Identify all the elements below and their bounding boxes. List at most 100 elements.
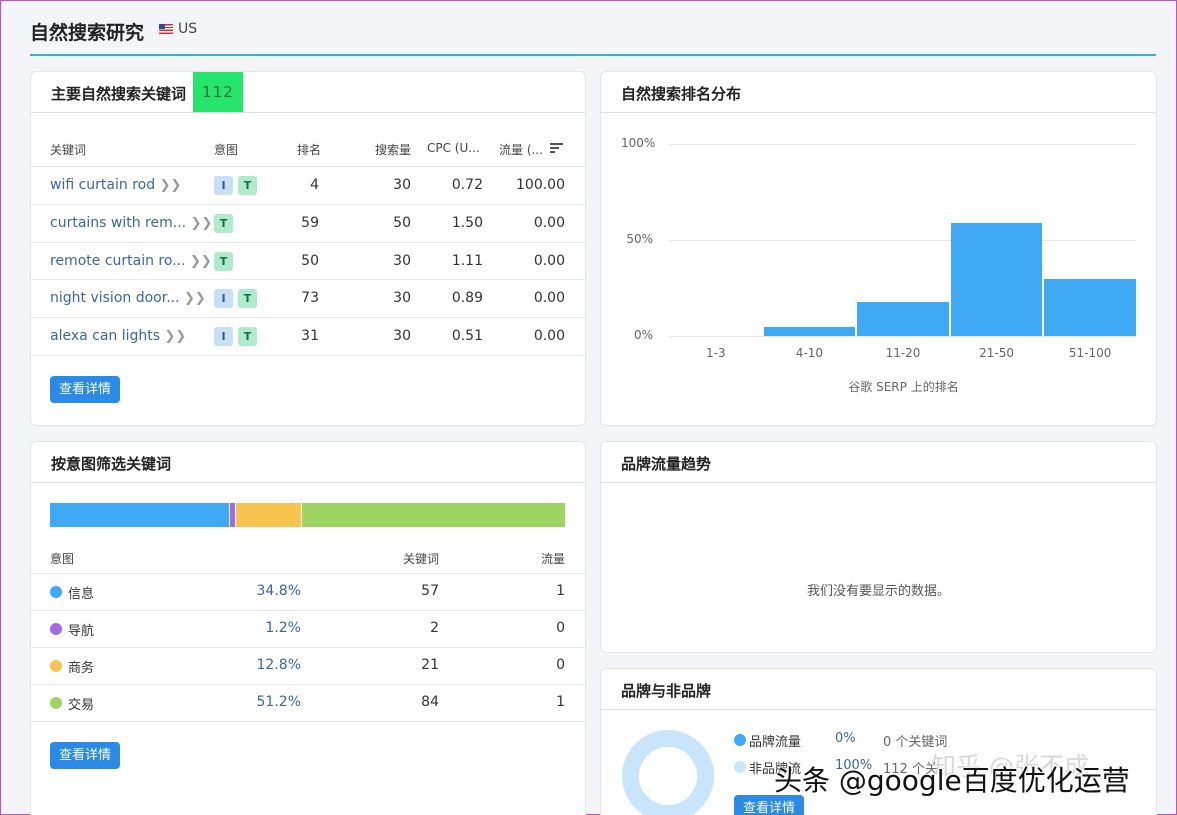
intent-badge: T	[238, 327, 257, 347]
intent-badge: T	[214, 213, 233, 233]
chevron-right-icon[interactable]: ❯❯	[191, 216, 213, 231]
x-tick-label: 11-20	[885, 346, 921, 360]
traffic-value: 100.00	[516, 177, 565, 193]
col-rank[interactable]: 排名	[297, 141, 321, 158]
col-traffic[interactable]: 流量 (...	[499, 141, 543, 158]
gridline	[669, 336, 1136, 337]
table-bottom-border	[31, 721, 585, 722]
chart-bar-4-10[interactable]	[763, 327, 856, 336]
empty-state-message: 我们没有要显示的数据。	[806, 584, 950, 599]
intent-traffic: 1	[556, 583, 565, 599]
chevron-right-icon[interactable]: ❯❯	[160, 178, 182, 193]
intent-percent[interactable]: 34.8%	[231, 583, 301, 599]
x-tick-label: 51-100	[1068, 346, 1112, 360]
intent-row[interactable]: 交易 51.2% 84 1	[31, 684, 585, 721]
intent-percent[interactable]: 51.2%	[231, 694, 301, 710]
x-tick-label: 21-50	[979, 346, 1015, 360]
cpc-value: 1.11	[451, 252, 483, 269]
intent-row[interactable]: 导航 1.2% 2 0	[31, 610, 585, 647]
intent-keywords: 2	[430, 620, 439, 636]
keyword-text[interactable]: curtains with rem...	[50, 215, 186, 231]
intent-traffic: 1	[556, 694, 565, 710]
divider	[601, 709, 1156, 710]
intent-keywords: 84	[421, 694, 439, 710]
view-details-button[interactable]: 查看详情	[50, 742, 121, 769]
volume-value: 50	[393, 214, 411, 231]
nonbrand-legend-dot	[734, 761, 746, 773]
keyword-link[interactable]: alexa can lights ❯❯	[50, 328, 186, 344]
y-tick-label: 100%	[621, 136, 656, 150]
intent-segment[interactable]	[50, 503, 230, 527]
table-row: alexa can lights ❯❯ I T 31 30 0.51 0.00	[31, 317, 585, 355]
x-tick-label: 1-3	[705, 346, 726, 360]
keyword-count-badge: 112	[193, 72, 243, 112]
intent-dot	[50, 586, 62, 598]
divider	[31, 482, 585, 483]
intent-segment[interactable]	[301, 503, 566, 527]
keyword-link[interactable]: curtains with rem... ❯❯	[50, 215, 212, 231]
card-title: 品牌流量趋势	[621, 455, 712, 473]
intent-dot	[50, 660, 62, 672]
divider	[31, 112, 585, 113]
rank-value: 4	[310, 177, 319, 193]
ranking-distribution-card: 自然搜索排名分布 100% 50% 0% 1-3 4-10 11-20 21-50 51-10…	[600, 71, 1157, 426]
keyword-link[interactable]: remote curtain ro... ❯❯	[50, 253, 212, 269]
intent-name: 商务	[68, 661, 95, 676]
cpc-value: 0.72	[451, 177, 483, 193]
intent-name: 导航	[68, 624, 95, 639]
chevron-right-icon[interactable]: ❯❯	[165, 329, 187, 344]
intent-traffic: 0	[556, 620, 565, 636]
page-title: 自然搜索研究	[30, 22, 145, 44]
keyword-text[interactable]: remote curtain ro...	[50, 253, 186, 269]
y-tick-label: 50%	[626, 232, 653, 246]
traffic-value: 0.00	[533, 328, 565, 345]
col-keywords: 关键词	[403, 552, 440, 566]
chevron-right-icon[interactable]: ❯❯	[184, 291, 206, 306]
col-cpc[interactable]: CPC (U...	[427, 141, 480, 155]
card-title: 自然搜索排名分布	[621, 85, 742, 103]
keyword-text[interactable]: alexa can lights	[50, 328, 160, 344]
intent-segment[interactable]	[235, 503, 302, 527]
table-row: remote curtain ro... ❯❯ T 50 30 1.11 0.00	[31, 241, 585, 280]
keyword-link[interactable]: night vision door... ❯❯	[50, 290, 206, 306]
intent-badge: T	[238, 176, 257, 195]
top-keywords-card: 主要自然搜索关键词 112 关键词 意图 排名 搜索量 CPC (U... 流量…	[30, 71, 586, 426]
col-volume[interactable]: 搜索量	[375, 141, 411, 158]
intent-row[interactable]: 商务 12.8% 21 0	[31, 647, 585, 684]
rank-value: 31	[301, 328, 319, 345]
chart-bar-21-50[interactable]	[950, 222, 1043, 336]
gridline	[669, 144, 1136, 145]
intent-name: 信息	[68, 587, 95, 602]
us-flag-icon	[159, 24, 173, 34]
chart-bar-51-100[interactable]	[1044, 279, 1136, 336]
intent-badge: I	[214, 289, 233, 309]
col-intent[interactable]: 意图	[214, 141, 238, 158]
page-header: 自然搜索研究 US	[30, 1, 1156, 56]
intent-keywords: 21	[421, 657, 439, 673]
table-row: curtains with rem... ❯❯ T 59 50 1.50 0.00	[31, 203, 585, 242]
table-bottom-border	[31, 355, 585, 356]
intent-percent[interactable]: 12.8%	[231, 657, 301, 673]
intent-dot	[50, 623, 62, 635]
rank-value: 50	[301, 252, 319, 269]
chart-bar-11-20[interactable]	[857, 301, 949, 336]
view-details-button[interactable]: 查看详情	[50, 376, 121, 403]
keyword-text[interactable]: wifi curtain rod	[50, 177, 155, 193]
intent-row[interactable]: 信息 34.8% 57 1	[31, 573, 585, 610]
traffic-value: 0.00	[533, 252, 565, 269]
table-row: night vision door... ❯❯ I T 73 30 0.89 0.00	[31, 279, 585, 317]
brand-legend-dot	[734, 734, 746, 746]
chevron-right-icon[interactable]: ❯❯	[190, 254, 212, 269]
intent-percent[interactable]: 1.2%	[231, 620, 301, 636]
intent-filter-card: 按意图筛选关键词 意图 关键词 流量 信息 34.8% 57 1 导航 1.2% 2 0 商务 1…	[30, 441, 586, 815]
watermark: 头条 @google百度优化运营	[774, 764, 1130, 797]
card-title: 主要自然搜索关键词	[51, 85, 187, 103]
traffic-value: 0.00	[533, 214, 565, 231]
keyword-link[interactable]: wifi curtain rod ❯❯	[50, 177, 181, 193]
col-intent: 意图	[50, 552, 75, 566]
intent-badge: I	[214, 176, 233, 195]
col-keyword[interactable]: 关键词	[50, 141, 86, 158]
x-tick-label: 4-10	[795, 346, 823, 360]
keyword-text[interactable]: night vision door...	[50, 290, 180, 306]
sort-icon[interactable]	[550, 143, 563, 153]
